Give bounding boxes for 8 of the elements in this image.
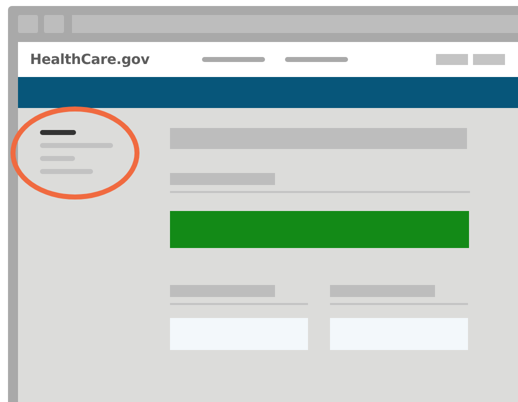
button-placeholder [436,54,468,65]
sidebar-item-placeholder [40,130,76,135]
nav-link-placeholder [202,57,265,62]
button-placeholder [473,54,505,65]
nav-link-placeholder [285,57,348,62]
sidebar-item-placeholder [40,169,93,174]
sidebar-item-placeholder [40,156,75,161]
site-logo[interactable]: HealthCare.gov [30,52,190,68]
